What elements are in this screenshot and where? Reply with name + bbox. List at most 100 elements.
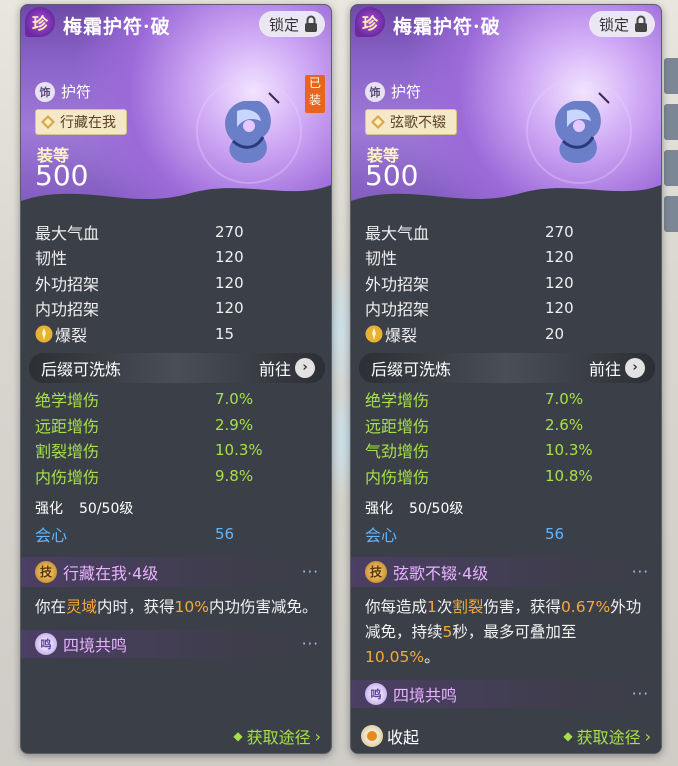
stat-row: 外功招架 120: [365, 270, 649, 296]
suffix-name: 绝学增伤: [365, 391, 430, 411]
resonance-header[interactable]: 鸣 四境共鸣 ···: [21, 629, 331, 658]
skill-desc-text: 。: [424, 647, 440, 666]
resonance-title: 四境共鸣: [393, 685, 458, 705]
source-button[interactable]: ◆ 获取途径 ›: [563, 724, 651, 748]
stat-name: 韧性: [365, 249, 398, 269]
crit-value: 56: [215, 524, 235, 543]
enhance-label: 强化: [365, 500, 393, 517]
chevron-right-icon: ›: [644, 726, 651, 746]
skill-desc-highlight: 1: [427, 597, 437, 616]
suffix-value: 7.0%: [545, 390, 584, 409]
stat-name: 内功招架: [365, 300, 430, 320]
stat-value: 120: [215, 299, 244, 318]
suffix-value: 9.8%: [215, 466, 254, 485]
card-body: 最大气血 270 韧性 120 外功招架 120 内功招架 120 爆裂 15 后缀可洗…: [21, 211, 331, 658]
suffix-name: 割裂增伤: [35, 442, 100, 462]
stat-value: 120: [545, 299, 574, 318]
stat-value: 120: [215, 273, 244, 292]
lock-button[interactable]: 锁定: [258, 11, 325, 37]
suffix-value: 10.8%: [545, 466, 593, 485]
skill-icon: 技: [365, 560, 387, 583]
category-label: 护符: [61, 83, 92, 101]
set-name: 行藏在我: [60, 115, 116, 131]
stat-value: 270: [545, 222, 574, 241]
item-title: 梅霜护符·破: [393, 16, 501, 38]
lock-label: 锁定: [598, 15, 629, 34]
skill-desc-text: 内功伤害减免。: [209, 597, 318, 616]
goto-button[interactable]: 前往 ›: [259, 356, 315, 380]
skill-desc-text: 次: [436, 597, 453, 616]
stat-value: 120: [545, 273, 574, 292]
header-wave: [351, 185, 661, 211]
goto-label: 前往: [588, 359, 621, 379]
more-icon[interactable]: ···: [302, 635, 319, 653]
category-icon: 饰: [365, 81, 385, 102]
rarity-badge: 珍: [25, 7, 55, 37]
more-icon[interactable]: ···: [632, 563, 649, 581]
stat-name: 最大气血: [35, 223, 100, 243]
stat-name: 爆裂: [55, 325, 88, 345]
skill-title: 弦歌不辍·4级: [393, 563, 489, 583]
stat-name: 爆裂: [385, 325, 418, 345]
crit-row: 会心 56: [365, 519, 649, 549]
stat-value: 120: [545, 248, 574, 267]
skill-header[interactable]: 技 行藏在我·4级 ···: [21, 556, 331, 587]
stat-row: 最大气血 270: [35, 219, 319, 245]
crit-row: 会心 56: [35, 519, 319, 549]
enhance-row: 强化 50/50级: [35, 497, 319, 519]
resonance-title: 四境共鸣: [63, 635, 128, 655]
resonance-header[interactable]: 鸣 四境共鸣 ···: [351, 679, 661, 708]
skill-description: 你每造成1次割裂伤害，获得0.67%外功减免，持续5秒，最多可叠加至10.05%…: [365, 587, 649, 670]
skill-description: 你在灵域内时，获得10%内功伤害减免。: [35, 587, 319, 620]
enhance-label: 强化: [35, 500, 63, 517]
skill-desc-text: 内时，获得: [97, 597, 175, 616]
set-tag[interactable]: 行藏在我: [35, 109, 127, 135]
stat-row: 韧性 120: [365, 245, 649, 271]
category-icon: 饰: [35, 81, 55, 102]
stat-name: 韧性: [35, 249, 68, 269]
suffix-value: 10.3%: [545, 441, 593, 460]
suffix-name: 远距增伤: [365, 416, 430, 436]
suffix-name: 气劲增伤: [365, 442, 430, 462]
lock-icon: [305, 15, 317, 32]
crit-name: 会心: [365, 525, 398, 545]
suffix-value: 7.0%: [215, 390, 254, 409]
lock-icon: [635, 15, 647, 32]
skill-header[interactable]: 技 弦歌不辍·4级 ···: [351, 556, 661, 587]
source-button[interactable]: ◆ 获取途径 ›: [233, 724, 321, 748]
header-wave: [21, 185, 331, 211]
card-body: 最大气血 270 韧性 120 外功招架 120 内功招架 120 爆裂 20 后缀可洗…: [351, 211, 661, 708]
suffix-value: 10.3%: [215, 441, 263, 460]
more-icon[interactable]: ···: [302, 563, 319, 581]
card-footer: ◆ 获取途径 ›: [21, 719, 331, 753]
item-category: 饰 护符: [365, 81, 421, 102]
suffix-row: 内伤增伤 10.8%: [365, 463, 649, 489]
stat-name: 外功招架: [35, 274, 100, 294]
side-tab[interactable]: [664, 58, 678, 94]
card-header: 珍 梅霜护符·破 锁定 已装 饰 护符 行藏在我 装等 500: [21, 5, 331, 211]
side-tab[interactable]: [664, 104, 678, 140]
side-tab[interactable]: [664, 196, 678, 232]
resonance-icon: 鸣: [35, 632, 57, 655]
lock-button[interactable]: 锁定: [588, 11, 655, 37]
goto-button[interactable]: 前往 ›: [589, 356, 645, 380]
stat-row: 韧性 120: [35, 245, 319, 271]
rarity-badge: 珍: [355, 7, 385, 37]
more-icon[interactable]: ···: [632, 685, 649, 703]
stat-name: 外功招架: [365, 274, 430, 294]
stat-row: 内功招架 120: [35, 296, 319, 322]
set-tag[interactable]: 弦歌不辍: [365, 109, 457, 135]
stat-row: 外功招架 120: [35, 270, 319, 296]
skill-desc-text: 你在: [35, 597, 67, 616]
suffix-title: 后缀可洗炼: [41, 359, 122, 379]
side-tab[interactable]: [664, 150, 678, 186]
collapse-label: 收起: [387, 728, 420, 747]
skill-desc-highlight: 灵域: [66, 597, 98, 616]
suffix-name: 内伤增伤: [35, 467, 100, 487]
collapse-button[interactable]: 收起: [361, 724, 419, 748]
enhance-row: 强化 50/50级: [365, 497, 649, 519]
item-category: 饰 护符: [35, 81, 91, 102]
suffix-row: 绝学增伤 7.0%: [35, 387, 319, 413]
category-label: 护符: [391, 83, 422, 101]
chevron-right-icon: ›: [314, 726, 321, 746]
